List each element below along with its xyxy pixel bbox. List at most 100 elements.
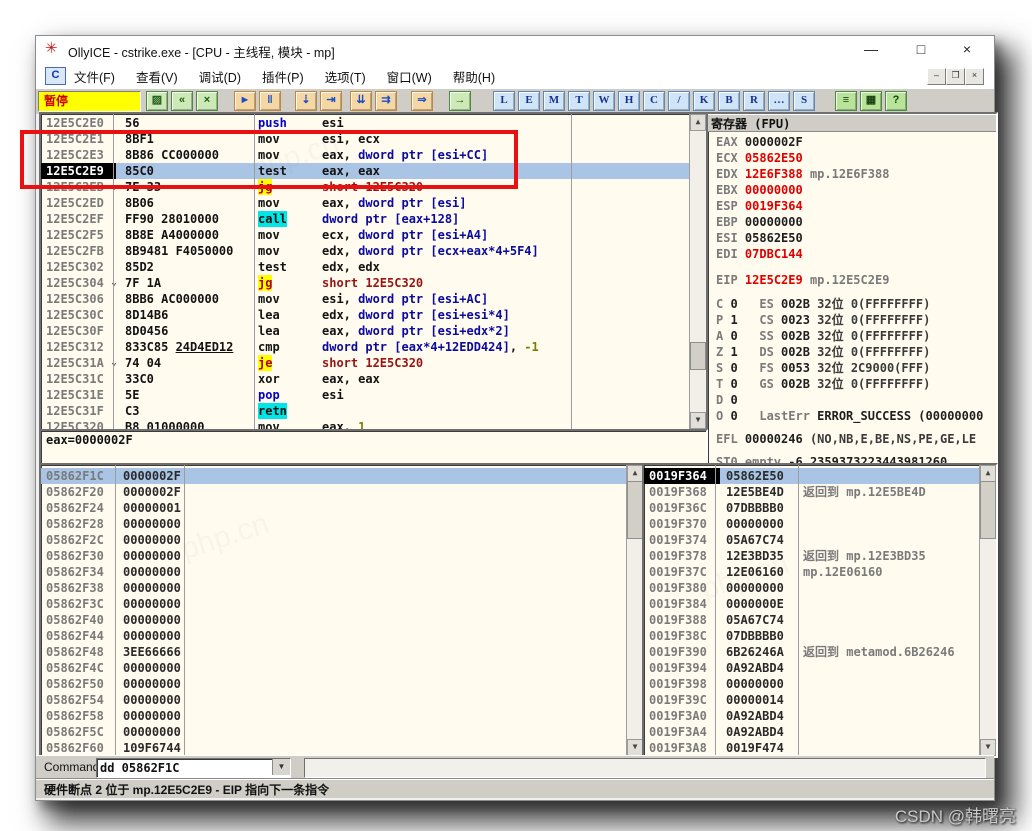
command-input[interactable]: dd 05862F1C <box>100 760 179 776</box>
register-row[interactable]: ESI 05862E50 <box>716 230 803 246</box>
memory-map-button[interactable]: M <box>543 91 565 111</box>
dump-row[interactable]: 05862F2C00000000 <box>41 532 627 548</box>
dump-row[interactable]: 05862F5C00000000 <box>41 724 627 740</box>
stack-row[interactable]: 0019F3A00A92ABD4 <box>644 708 980 724</box>
stack-row[interactable]: 0019F38805A67C74 <box>644 612 980 628</box>
flag-row[interactable]: S 0 FS 0053 32位 2C9000(FFF) <box>716 360 930 376</box>
scroll-down-icon[interactable]: ▼ <box>690 412 706 429</box>
stack-row[interactable]: 0019F36C07DBBBB0 <box>644 500 980 516</box>
stack-row[interactable]: 0019F39800000000 <box>644 676 980 692</box>
disasm-row[interactable]: 12E5C2EFFF90 28010000calldword ptr [eax+… <box>41 211 690 227</box>
call-stack-button[interactable]: K <box>693 91 715 111</box>
title-bar[interactable]: ✳ OllyICE - cstrike.exe - [CPU - 主线程, 模块… <box>36 36 994 63</box>
info-pane[interactable]: eax=0000002F <box>39 429 708 465</box>
menu-file[interactable]: 文件(F) <box>74 67 115 86</box>
dump-row[interactable]: 05862F3800000000 <box>41 580 627 596</box>
flag-row[interactable]: P 1 CS 0023 32位 0(FFFFFFFF) <box>716 312 930 328</box>
mdi-minimize-button[interactable]: – <box>927 68 946 85</box>
disasm-row[interactable]: 12E5C3068BB6 AC000000movesi, dword ptr [… <box>41 291 690 307</box>
stack-row[interactable]: 0019F36812E5BE4D返回到 mp.12E5BE4D <box>644 484 980 500</box>
disasm-row[interactable]: 12E5C2E056pushesi <box>41 115 690 131</box>
menu-window[interactable]: 窗口(W) <box>387 67 432 86</box>
dump-row[interactable]: 05862F2800000000 <box>41 516 627 532</box>
register-row[interactable]: ESP 0019F364 <box>716 198 803 214</box>
disasm-row[interactable]: 12E5C304⌄7F 1Ajgshort 12E5C320 <box>41 275 690 291</box>
animate-over-button[interactable]: ⇉ <box>375 91 397 111</box>
minimize-button[interactable]: — <box>856 39 886 59</box>
dump-row[interactable]: 05862F5400000000 <box>41 692 627 708</box>
dump-row[interactable]: 05862F5000000000 <box>41 676 627 692</box>
scrollbar-thumb[interactable] <box>690 342 706 370</box>
run-button[interactable]: ► <box>234 91 256 111</box>
close-process-button[interactable]: × <box>196 91 218 111</box>
step-over-button[interactable]: ⇥ <box>320 91 342 111</box>
breakpoints-button[interactable]: B <box>718 91 740 111</box>
patches-button[interactable]: / <box>668 91 690 111</box>
register-row[interactable]: EBP 00000000 <box>716 214 803 230</box>
scroll-up-icon[interactable]: ▲ <box>980 465 996 482</box>
cpu-button[interactable]: C <box>643 91 665 111</box>
disassembly-scrollbar[interactable]: ▲ ▼ <box>689 114 706 429</box>
mdi-restore-button[interactable]: ❐ <box>946 68 965 85</box>
dropdown-arrow-icon[interactable]: ▼ <box>272 759 290 775</box>
register-row[interactable]: EDX 12E6F388 mp.12E6F388 <box>716 166 889 182</box>
stack-row[interactable]: 0019F3906B26246A返回到 metamod.6B26246 <box>644 644 980 660</box>
flag-row[interactable]: T 0 GS 002B 32位 0(FFFFFFFF) <box>716 376 930 392</box>
menu-help[interactable]: 帮助(H) <box>453 67 495 86</box>
scroll-down-icon[interactable]: ▼ <box>627 739 643 756</box>
stack-row[interactable]: 0019F3840000000E <box>644 596 980 612</box>
executables-button[interactable]: E <box>518 91 540 111</box>
register-row[interactable]: ECX 05862E50 <box>716 150 803 166</box>
dump-row[interactable]: 05862F2400000001 <box>41 500 627 516</box>
pause-button[interactable]: ‖ <box>259 91 281 111</box>
references-button[interactable]: R <box>743 91 765 111</box>
stack-row[interactable]: 0019F38000000000 <box>644 580 980 596</box>
flag-row[interactable]: A 0 SS 002B 32位 0(FFFFFFFF) <box>716 328 930 344</box>
restart-button[interactable]: « <box>171 91 193 111</box>
menu-debug[interactable]: 调试(D) <box>199 67 241 86</box>
flag-row[interactable]: D 0 <box>716 392 738 408</box>
disasm-row[interactable]: 12E5C30285D2testedx, edx <box>41 259 690 275</box>
flag-row[interactable]: C 0 ES 002B 32位 0(FFFFFFFF) <box>716 296 930 312</box>
efl-row[interactable]: EFL 00000246 (NO,NB,E,BE,NS,PE,GE,LE <box>716 431 976 447</box>
stack-row[interactable]: 0019F37000000000 <box>644 516 980 532</box>
disasm-row[interactable]: 12E5C31E5Epopesi <box>41 387 690 403</box>
scroll-down-icon[interactable]: ▼ <box>980 739 996 756</box>
flag-row[interactable]: O 0 LastErr ERROR_SUCCESS (00000000 <box>716 408 983 424</box>
menu-plugins[interactable]: 插件(P) <box>262 67 304 86</box>
register-row[interactable]: EDI 07DBC144 <box>716 246 803 262</box>
stack-row[interactable]: 0019F36405862E50 <box>644 468 980 484</box>
dump-row[interactable]: 05862F3400000000 <box>41 564 627 580</box>
threads-button[interactable]: T <box>568 91 590 111</box>
scrollbar-thumb[interactable] <box>627 481 643 539</box>
stack-scrollbar[interactable]: ▲ ▼ <box>979 465 996 756</box>
maximize-button[interactable]: □ <box>906 39 936 59</box>
handles-button[interactable]: H <box>618 91 640 111</box>
menu-options[interactable]: 选项(T) <box>325 67 366 86</box>
disasm-row[interactable]: 12E5C2ED8B06moveax, dword ptr [esi] <box>41 195 690 211</box>
register-row[interactable]: EBX 00000000 <box>716 182 803 198</box>
dump-row[interactable]: 05862F60109F6744 <box>41 740 627 756</box>
stack-row[interactable]: 0019F38C07DBBBB0 <box>644 628 980 644</box>
disasm-row[interactable]: 12E5C30C8D14B6leaedx, dword ptr [esi+esi… <box>41 307 690 323</box>
register-row[interactable]: EAX 0000002F <box>716 134 803 150</box>
open-file-button[interactable]: ▨ <box>146 91 168 111</box>
disasm-row[interactable]: 12E5C2F58B8E A4000000movecx, dword ptr [… <box>41 227 690 243</box>
flag-row[interactable]: Z 1 DS 002B 32位 0(FFFFFFFF) <box>716 344 930 360</box>
memory-dump-pane[interactable]: 05862F1C0000002F05862F200000002F05862F24… <box>39 463 645 758</box>
registers-pane[interactable]: 寄存器 (FPU) EAX 0000002FECX 05862E50EDX 12… <box>706 112 998 465</box>
scrollbar-thumb[interactable] <box>980 481 996 539</box>
appearance-button[interactable]: ▦ <box>860 91 882 111</box>
disasm-row[interactable]: 12E5C31FC3retn <box>41 403 690 419</box>
stack-row[interactable]: 0019F37C12E06160mp.12E06160 <box>644 564 980 580</box>
scroll-up-icon[interactable]: ▲ <box>690 114 706 131</box>
stack-row[interactable]: 0019F39C00000014 <box>644 692 980 708</box>
dump-row[interactable]: 05862F4400000000 <box>41 628 627 644</box>
dump-row[interactable]: 05862F3000000000 <box>41 548 627 564</box>
dump-row[interactable]: 05862F3C00000000 <box>41 596 627 612</box>
dump-row[interactable]: 05862F4000000000 <box>41 612 627 628</box>
dump-row[interactable]: 05862F5800000000 <box>41 708 627 724</box>
disasm-row[interactable]: 12E5C30F8D0456leaeax, dword ptr [esi+edx… <box>41 323 690 339</box>
windows-w-button[interactable]: W <box>593 91 615 111</box>
disasm-row[interactable]: 12E5C2FB8B9481 F4050000movedx, dword ptr… <box>41 243 690 259</box>
